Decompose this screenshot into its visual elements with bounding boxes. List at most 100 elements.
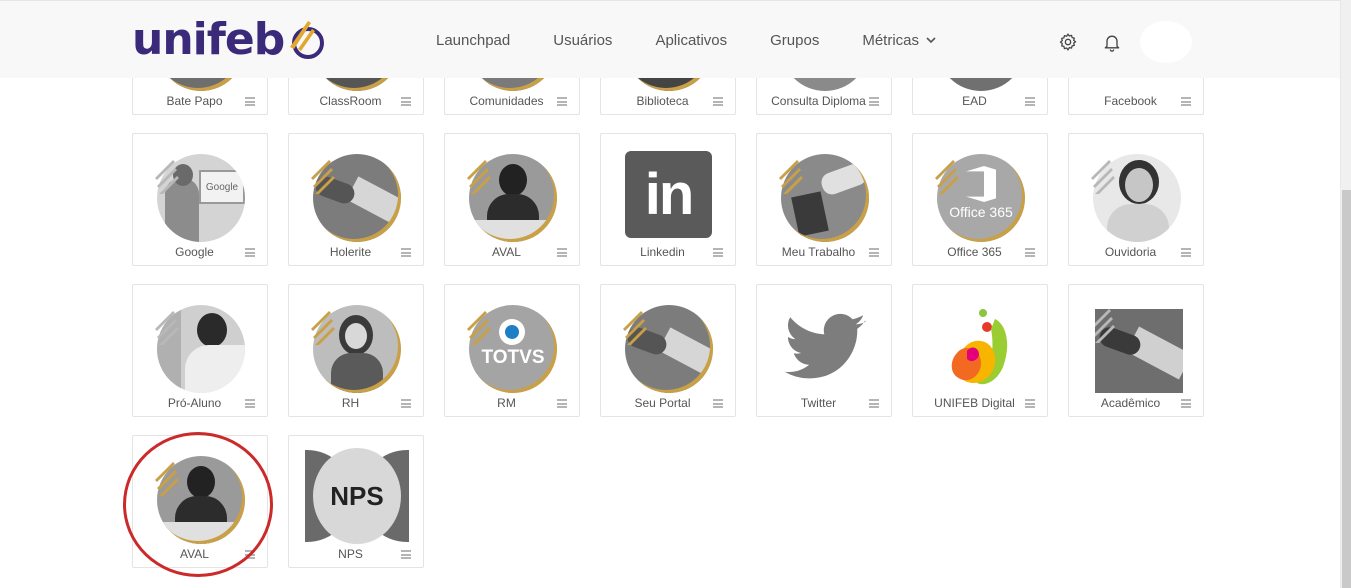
app-label: Meu Trabalho bbox=[781, 245, 856, 259]
app-label: AVAL bbox=[180, 547, 209, 561]
scrollbar[interactable] bbox=[1340, 0, 1351, 588]
app-tile-unifeb-digital[interactable]: UNIFEB Digital bbox=[912, 284, 1048, 417]
app-label: Google bbox=[175, 245, 214, 259]
gold-stripes-decoration bbox=[623, 311, 647, 345]
google-logo-text: Google bbox=[199, 170, 245, 204]
app-tile-office-365[interactable]: Office 365 Office 365 bbox=[912, 133, 1048, 266]
nav-launchpad[interactable]: Launchpad bbox=[436, 32, 510, 49]
app-tile-aval[interactable]: AVAL bbox=[444, 133, 580, 266]
scrollbar-thumb[interactable] bbox=[1342, 190, 1351, 588]
gold-stripes-decoration bbox=[779, 160, 803, 194]
app-thumbnail: Google bbox=[155, 154, 245, 242]
app-label: Office 365 bbox=[947, 245, 1002, 259]
gear-icon[interactable] bbox=[1058, 32, 1078, 52]
app-label: Bate Papo bbox=[166, 94, 223, 108]
nps-logo-text: NPS bbox=[330, 480, 384, 511]
unifeb-logo[interactable]: unifeb bbox=[132, 15, 326, 65]
app-label: AVAL bbox=[492, 245, 521, 259]
gold-stripes-decoration bbox=[467, 311, 491, 345]
nav-label: Launchpad bbox=[436, 31, 511, 49]
app-thumbnail bbox=[1091, 154, 1181, 242]
hamburger-icon[interactable] bbox=[557, 399, 567, 408]
twitter-icon bbox=[784, 313, 866, 379]
nav-label: Usuários bbox=[553, 31, 613, 49]
hamburger-icon[interactable] bbox=[401, 97, 411, 106]
app-label: RH bbox=[341, 396, 360, 410]
hamburger-icon[interactable] bbox=[401, 399, 411, 408]
gold-stripes-decoration bbox=[1095, 309, 1115, 343]
hamburger-icon[interactable] bbox=[401, 248, 411, 257]
app-label: Comunidades bbox=[469, 94, 544, 108]
app-label: Holerite bbox=[329, 245, 372, 259]
hamburger-icon[interactable] bbox=[713, 248, 723, 257]
hamburger-icon[interactable] bbox=[869, 97, 879, 106]
gold-stripes-decoration bbox=[467, 160, 491, 194]
app-label: Facebook bbox=[1104, 94, 1157, 108]
app-tile-twitter[interactable]: Twitter bbox=[756, 284, 892, 417]
nav-usuarios[interactable]: Usuários bbox=[553, 32, 612, 49]
app-label: UNIFEB Digital bbox=[934, 396, 1015, 410]
app-tile-google[interactable]: Google Google bbox=[132, 133, 268, 266]
logo-text: unifeb bbox=[132, 14, 285, 65]
avatar[interactable] bbox=[1140, 21, 1192, 63]
app-tile-holerite[interactable]: Holerite bbox=[288, 133, 424, 266]
hamburger-icon[interactable] bbox=[1025, 97, 1035, 106]
app-label: Ouvidoria bbox=[1104, 245, 1157, 259]
app-tile-pro-aluno[interactable]: Pró-Aluno bbox=[132, 284, 268, 417]
app-label: Twitter bbox=[800, 396, 837, 410]
app-thumbnail bbox=[311, 154, 401, 242]
app-thumbnail bbox=[155, 456, 245, 544]
nav-grupos[interactable]: Grupos bbox=[770, 32, 819, 49]
app-label: Consulta Diploma bbox=[771, 94, 866, 108]
hamburger-icon[interactable] bbox=[1025, 399, 1035, 408]
hamburger-icon[interactable] bbox=[557, 248, 567, 257]
hamburger-icon[interactable] bbox=[245, 97, 255, 106]
hamburger-icon[interactable] bbox=[245, 399, 255, 408]
app-label: Seu Portal bbox=[634, 396, 691, 410]
app-tile-ouvidoria[interactable]: Ouvidoria bbox=[1068, 133, 1204, 266]
app-tile-meu-trabalho[interactable]: Meu Trabalho bbox=[756, 133, 892, 266]
hamburger-icon[interactable] bbox=[713, 399, 723, 408]
app-label: Acadêmico bbox=[1100, 396, 1161, 410]
app-tile-rm[interactable]: TOTVS RM bbox=[444, 284, 580, 417]
chevron-down-icon bbox=[926, 37, 936, 44]
gold-stripes-decoration bbox=[935, 160, 959, 194]
app-tile-academico[interactable]: Acadêmico bbox=[1068, 284, 1204, 417]
linkedin-logo-text: in bbox=[644, 162, 695, 227]
app-tile-linkedin[interactable]: in Linkedin bbox=[600, 133, 736, 266]
hamburger-icon[interactable] bbox=[869, 248, 879, 257]
app-tile-aval-2[interactable]: AVAL bbox=[132, 435, 268, 568]
app-thumbnail bbox=[311, 305, 401, 393]
gold-stripes-decoration bbox=[155, 462, 179, 496]
hamburger-icon[interactable] bbox=[1181, 399, 1191, 408]
hamburger-icon[interactable] bbox=[557, 97, 567, 106]
app-thumbnail bbox=[623, 305, 713, 393]
hamburger-icon[interactable] bbox=[1181, 248, 1191, 257]
app-thumbnail: TOTVS bbox=[467, 305, 557, 393]
app-tile-nps[interactable]: NPS NPS bbox=[288, 435, 424, 568]
hamburger-icon[interactable] bbox=[713, 97, 723, 106]
app-label: RM bbox=[497, 396, 516, 410]
app-thumbnail bbox=[1095, 309, 1183, 393]
top-navbar: unifeb Launchpad Usuários Aplicativos Gr… bbox=[0, 0, 1340, 78]
nav-label: Grupos bbox=[770, 31, 820, 49]
unifeb-digital-logo-icon bbox=[951, 309, 1008, 385]
linkedin-icon: in bbox=[625, 151, 712, 238]
app-thumbnail bbox=[467, 154, 557, 242]
gold-stripes-decoration bbox=[155, 160, 179, 194]
app-label: EAD bbox=[962, 94, 987, 108]
app-tile-seu-portal[interactable]: Seu Portal bbox=[600, 284, 736, 417]
nav-aplicativos[interactable]: Aplicativos bbox=[655, 32, 727, 49]
hamburger-icon[interactable] bbox=[401, 550, 411, 559]
hamburger-icon[interactable] bbox=[245, 550, 255, 559]
bell-icon[interactable] bbox=[1102, 32, 1122, 52]
app-tile-rh[interactable]: RH bbox=[288, 284, 424, 417]
hamburger-icon[interactable] bbox=[1181, 97, 1191, 106]
hamburger-icon[interactable] bbox=[245, 248, 255, 257]
hamburger-icon[interactable] bbox=[1025, 248, 1035, 257]
nav-metricas-dropdown[interactable]: Métricas bbox=[862, 32, 936, 49]
gold-stripes-decoration bbox=[155, 311, 179, 345]
hamburger-icon[interactable] bbox=[869, 399, 879, 408]
logo-mark-icon bbox=[290, 21, 325, 59]
app-label: ClassRoom bbox=[319, 94, 382, 108]
